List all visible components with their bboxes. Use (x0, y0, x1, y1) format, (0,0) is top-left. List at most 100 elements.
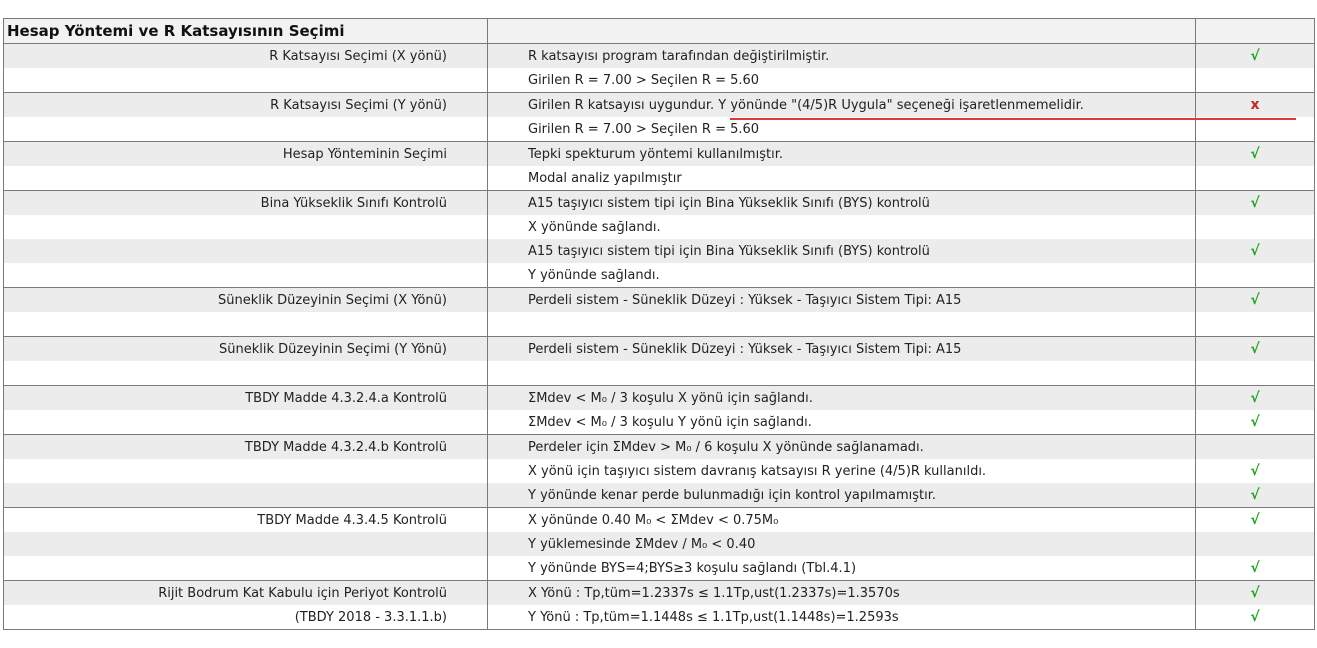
table-row: Modal analiz yapılmıştır (3, 166, 1315, 191)
check-mark-icon: √ (1250, 48, 1260, 64)
table-row (3, 361, 1315, 386)
status-cell: √ (1195, 507, 1315, 532)
status-cell: √ (1195, 410, 1315, 435)
status-cell: √ (1195, 385, 1315, 410)
check-description: X yönü için taşıyıcı sistem davranış kat… (487, 459, 1196, 483)
check-mark-icon: √ (1250, 414, 1260, 430)
status-cell: √ (1195, 239, 1315, 263)
table-row: Girilen R = 7.00 > Seçilen R = 5.60 (3, 68, 1315, 93)
check-description (487, 312, 1196, 337)
check-label: TBDY Madde 4.3.2.4.b Kontrolü (3, 434, 488, 459)
check-label: Hesap Yönteminin Seçimi (3, 141, 488, 166)
table-row: TBDY Madde 4.3.4.5 Kontrolü X yönünde 0.4… (3, 507, 1315, 532)
check-mark-icon: √ (1250, 512, 1260, 528)
check-description: Perdeli sistem - Süneklik Düzeyi : Yükse… (487, 336, 1196, 361)
check-mark-icon: √ (1250, 487, 1260, 503)
status-cell (1195, 434, 1315, 459)
check-label (3, 263, 488, 288)
table-row: TBDY Madde 4.3.2.4.a Kontrolü ΣMdev < M₀ … (3, 385, 1315, 410)
check-label: R Katsayısı Seçimi (Y yönü) (3, 92, 488, 117)
check-label (3, 483, 488, 508)
check-description: Y yönünde BYS=4;BYS≥3 koşulu sağlandı (T… (487, 556, 1196, 581)
table-row: Rijit Bodrum Kat Kabulu için Periyot Kon… (3, 580, 1315, 605)
table-row: TBDY Madde 4.3.2.4.b Kontrolü Perdeler iç… (3, 434, 1315, 459)
status-cell (1195, 68, 1315, 93)
check-description: R katsayısı program tarafından değiştiri… (487, 43, 1196, 68)
check-label (3, 459, 488, 483)
check-description (487, 361, 1196, 386)
check-label (3, 410, 488, 435)
table-row: X yönünde sağlandı. (3, 215, 1315, 239)
status-cell (1195, 117, 1315, 142)
check-label (3, 312, 488, 337)
check-description: Y yönünde kenar perde bulunmadığı için k… (487, 483, 1196, 508)
check-mark-icon: √ (1250, 585, 1260, 601)
check-mark-icon: √ (1250, 609, 1260, 625)
status-cell: √ (1195, 580, 1315, 605)
check-mark-icon: √ (1250, 195, 1260, 211)
check-description: Perdeler için ΣMdev > M₀ / 6 koşulu X yö… (487, 434, 1196, 459)
check-label (3, 239, 488, 263)
check-mark-icon: √ (1250, 292, 1260, 308)
table-row: Y yönünde BYS=4;BYS≥3 koşulu sağlandı (T… (3, 556, 1315, 581)
table-row: ΣMdev < M₀ / 3 koşulu Y yönü için sağlan… (3, 410, 1315, 435)
status-cell (1195, 263, 1315, 288)
check-description: ΣMdev < M₀ / 3 koşulu X yönü için sağlan… (487, 385, 1196, 410)
check-label (3, 556, 488, 581)
table-row: R Katsayısı Seçimi (Y yönü) Girilen R kat… (3, 92, 1315, 117)
check-description: Y yönünde sağlandı. (487, 263, 1196, 288)
header-col3 (1195, 18, 1315, 44)
status-cell: √ (1195, 605, 1315, 630)
table-row: Y yönünde kenar perde bulunmadığı için k… (3, 483, 1315, 508)
check-description: Girilen R = 7.00 > Seçilen R = 5.60 (487, 117, 1196, 142)
check-label: Süneklik Düzeyinin Seçimi (X Yönü) (3, 287, 488, 312)
status-cell (1195, 166, 1315, 191)
header-col2 (487, 18, 1196, 44)
table-title: Hesap Yöntemi ve R Katsayısının Seçimi (3, 18, 488, 44)
check-label: Süneklik Düzeyinin Seçimi (Y Yönü) (3, 336, 488, 361)
table-row: Hesap Yönteminin Seçimi Tepki spekturum y… (3, 141, 1315, 166)
status-cell: x (1195, 92, 1315, 117)
check-description: Modal analiz yapılmıştır (487, 166, 1196, 191)
check-mark-icon: √ (1250, 463, 1260, 479)
check-label (3, 117, 488, 142)
check-description: X yönünde 0.40 M₀ < ΣMdev < 0.75M₀ (487, 507, 1196, 532)
table-row: Bina Yükseklik Sınıfı Kontrolü A15 taşıyı… (3, 190, 1315, 215)
check-label: Rijit Bodrum Kat Kabulu için Periyot Kon… (3, 580, 488, 605)
table-row: Süneklik Düzeyinin Seçimi (X Yönü) Perdel… (3, 287, 1315, 312)
check-label (3, 68, 488, 93)
check-description: A15 taşıyıcı sistem tipi için Bina Yükse… (487, 239, 1196, 263)
status-cell (1195, 312, 1315, 337)
status-cell (1195, 532, 1315, 556)
status-cell: √ (1195, 483, 1315, 508)
status-cell: √ (1195, 43, 1315, 68)
check-label (3, 361, 488, 386)
status-cell (1195, 361, 1315, 386)
table-row: Girilen R = 7.00 > Seçilen R = 5.60 (3, 117, 1315, 142)
status-cell (1195, 215, 1315, 239)
check-mark-icon: √ (1250, 560, 1260, 576)
check-description: ΣMdev < M₀ / 3 koşulu Y yönü için sağlan… (487, 410, 1196, 435)
check-label: TBDY Madde 4.3.4.5 Kontrolü (3, 507, 488, 532)
table-row: Y yönünde sağlandı. (3, 263, 1315, 288)
table-row: A15 taşıyıcı sistem tipi için Bina Yükse… (3, 239, 1315, 263)
check-label: R Katsayısı Seçimi (X yönü) (3, 43, 488, 68)
check-mark-icon: √ (1250, 390, 1260, 406)
status-cell: √ (1195, 141, 1315, 166)
status-cell: √ (1195, 459, 1315, 483)
check-mark-icon: √ (1250, 146, 1260, 162)
check-label (3, 215, 488, 239)
warning-underline (730, 118, 1296, 120)
check-label (3, 532, 488, 556)
check-mark-icon: √ (1250, 243, 1260, 259)
check-description: Tepki spekturum yöntemi kullanılmıştır. (487, 141, 1196, 166)
check-label: Bina Yükseklik Sınıfı Kontrolü (3, 190, 488, 215)
table-row: X yönü için taşıyıcı sistem davranış kat… (3, 459, 1315, 483)
check-description: Y Yönü : Tp,tüm=1.1448s ≤ 1.1Tp,ust(1.14… (487, 605, 1196, 630)
check-mark-icon: √ (1250, 341, 1260, 357)
status-cell: √ (1195, 556, 1315, 581)
fail-mark-icon: x (1250, 97, 1260, 113)
table-row: R Katsayısı Seçimi (X yönü) R katsayısı p… (3, 43, 1315, 68)
check-description: X yönünde sağlandı. (487, 215, 1196, 239)
results-table: Hesap Yöntemi ve R Katsayısının Seçimi R… (3, 18, 1315, 630)
